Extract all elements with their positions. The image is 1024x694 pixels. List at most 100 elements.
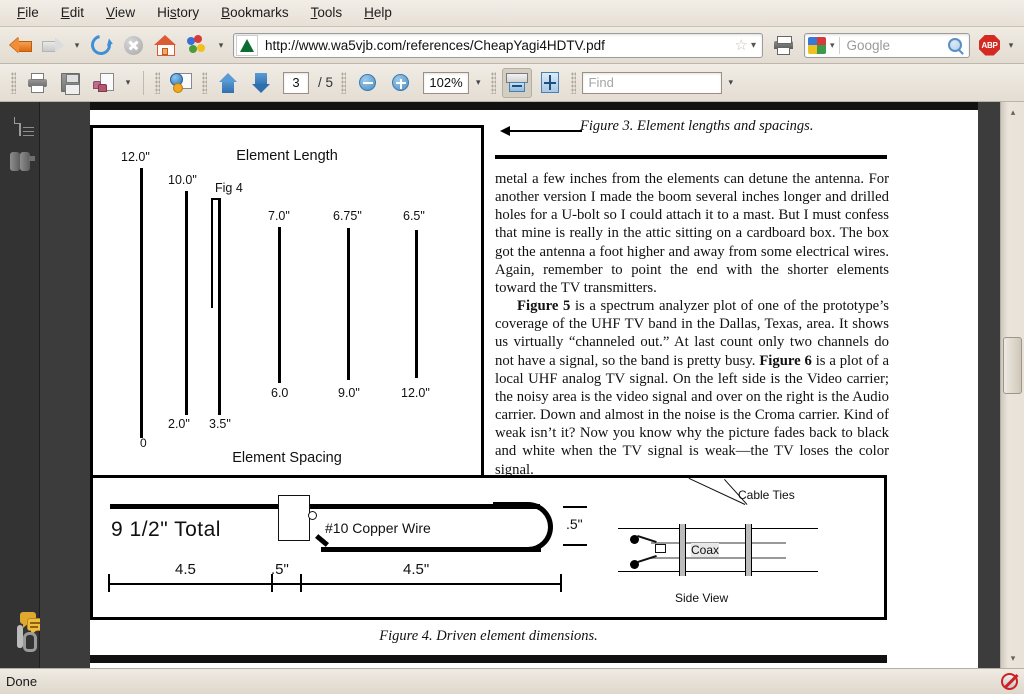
figure4-wire-label: #10 Copper Wire	[325, 520, 431, 536]
figure4-caption: Figure 4. Driven element dimensions.	[379, 628, 598, 644]
side-view-cable-ties-label: Cable Ties	[738, 488, 795, 502]
email-document-icon	[92, 72, 114, 93]
bookmarks-button[interactable]	[182, 30, 212, 60]
menu-edit[interactable]: Edit	[50, 2, 95, 24]
figure3-title-top: Element Length	[236, 148, 338, 164]
scroll-down-button[interactable]: ▾	[1001, 648, 1024, 668]
pdf-sidebar	[0, 102, 44, 668]
find-placeholder: Find	[588, 75, 614, 90]
figure3-element-bar-3	[218, 198, 221, 415]
previous-page-button[interactable]	[213, 68, 243, 98]
zoom-out-icon	[358, 74, 376, 91]
magnifier-icon[interactable]	[948, 38, 962, 52]
search-input[interactable]: Google	[840, 38, 948, 53]
next-page-button[interactable]	[246, 68, 276, 98]
address-bar[interactable]: http://www.wa5vjb.com/references/CheapYa…	[233, 32, 763, 58]
pdf-print-button[interactable]	[22, 68, 52, 98]
toolbar-grip-6[interactable]	[570, 71, 576, 94]
page-number-input[interactable]: 3	[283, 71, 309, 94]
figure3-element-bar-4	[278, 227, 281, 383]
paperclip-icon	[16, 625, 23, 648]
adblock-dropdown-button[interactable]: ▾	[1004, 30, 1018, 60]
bookmarks-dropdown-button[interactable]: ▾	[214, 30, 228, 60]
noscript-icon[interactable]	[1001, 673, 1018, 690]
menu-file[interactable]: File	[6, 2, 50, 24]
document-canvas[interactable]: Element Length Element Spacing 12.0" 0 1…	[40, 102, 1024, 668]
zoom-in-button[interactable]	[385, 68, 415, 98]
stop-button[interactable]	[118, 30, 148, 60]
search-box[interactable]: ▾ Google	[804, 32, 970, 58]
figure3-spacing-2: 2.0"	[168, 417, 190, 431]
navigation-toolbar: ▾ ▾ http://www.wa5vjb.com/references/Che…	[0, 27, 1024, 64]
figure4-gap-label: .5"	[566, 516, 583, 532]
fit-page-button[interactable]	[535, 68, 565, 98]
menu-tools[interactable]: Tools	[300, 2, 354, 24]
fit-width-button[interactable]	[501, 67, 532, 98]
body-text-column: metal a few inches from the elements can…	[495, 170, 889, 479]
forward-button[interactable]	[38, 30, 68, 60]
menu-history[interactable]: History	[146, 2, 210, 24]
pdf-email-dropdown-button[interactable]: ▾	[121, 68, 135, 98]
figure3-caption: Figure 3. Element lengths and spacings.	[580, 118, 814, 134]
menu-help[interactable]: Help	[353, 2, 403, 24]
address-dropdown-icon[interactable]: ▾	[751, 40, 762, 51]
figure4-bottom-wire	[321, 547, 541, 552]
zoom-dropdown-icon[interactable]: ▾	[472, 77, 485, 88]
adblock-button[interactable]: ABP	[972, 30, 1002, 60]
sidebar-attachments-button[interactable]	[16, 625, 23, 648]
toolbar-grip-5[interactable]	[490, 71, 496, 94]
figure3-element-bar-5	[347, 228, 350, 380]
figure3-element-bar-6	[415, 230, 418, 378]
pdf-open-in-browser-button[interactable]	[166, 68, 196, 98]
figure3-caption-arrow	[500, 126, 582, 136]
page-bottom-rule	[90, 655, 887, 663]
print-icon	[773, 35, 794, 55]
find-dropdown-icon[interactable]: ▾	[725, 77, 738, 88]
figure3-spacing-1: 0	[140, 436, 147, 450]
zoom-level-input[interactable]: 102%	[423, 71, 470, 94]
page-top-rule	[90, 102, 978, 110]
side-view-coax-bottom	[651, 557, 786, 560]
pdf-email-button[interactable]	[88, 68, 118, 98]
toolbar-grip-4[interactable]	[341, 71, 347, 94]
zoom-out-button[interactable]	[352, 68, 382, 98]
pdf-save-button[interactable]	[55, 68, 85, 98]
save-icon	[60, 73, 80, 95]
bookmark-star-icon[interactable]: ☆	[732, 36, 751, 54]
figure3-spacing-6: 12.0"	[401, 386, 430, 400]
figure3-length-3: Fig 4	[215, 181, 243, 195]
toolbar-grip[interactable]	[11, 71, 16, 94]
search-engine-dropdown-icon[interactable]: ▾	[826, 40, 839, 51]
menu-view[interactable]: View	[95, 2, 146, 24]
arrow-up-icon	[219, 72, 237, 93]
bookmarks-icon	[187, 35, 207, 55]
figure4-insulator-block	[278, 495, 310, 541]
sidebar-pages-button[interactable]	[18, 117, 34, 137]
find-input[interactable]: Find	[581, 71, 722, 94]
home-button[interactable]	[150, 30, 180, 60]
toolbar-grip-3[interactable]	[202, 71, 207, 94]
print-button[interactable]	[768, 30, 798, 60]
side-view-boom-top	[618, 528, 818, 530]
scroll-up-button[interactable]: ▴	[1001, 102, 1024, 122]
figure4-tick-left	[108, 574, 110, 592]
history-dropdown-button[interactable]: ▾	[70, 30, 84, 60]
reload-button[interactable]	[86, 30, 116, 60]
menu-bookmarks[interactable]: Bookmarks	[210, 2, 300, 24]
browser-window: File Edit View History Bookmarks Tools H…	[0, 0, 1024, 694]
adblock-label: ABP	[981, 40, 998, 50]
column-divider-rule	[495, 155, 887, 159]
address-bar-text: http://www.wa5vjb.com/references/CheapYa…	[265, 37, 605, 53]
home-icon	[154, 35, 176, 56]
page-count-label: / 5	[318, 75, 334, 90]
scrollbar-thumb[interactable]	[1003, 337, 1022, 394]
pages-icon	[18, 117, 34, 137]
toolbar-grip-2[interactable]	[155, 71, 160, 94]
figure3-element-bar-2	[185, 191, 188, 415]
vertical-scrollbar[interactable]: ▴ ▾	[1000, 102, 1024, 668]
back-button[interactable]	[6, 30, 36, 60]
status-text: Done	[6, 674, 38, 689]
figure3-length-4: 7.0"	[268, 209, 290, 223]
figure3-length-5: 6.75"	[333, 209, 362, 223]
figure4-tick-right	[560, 574, 562, 592]
